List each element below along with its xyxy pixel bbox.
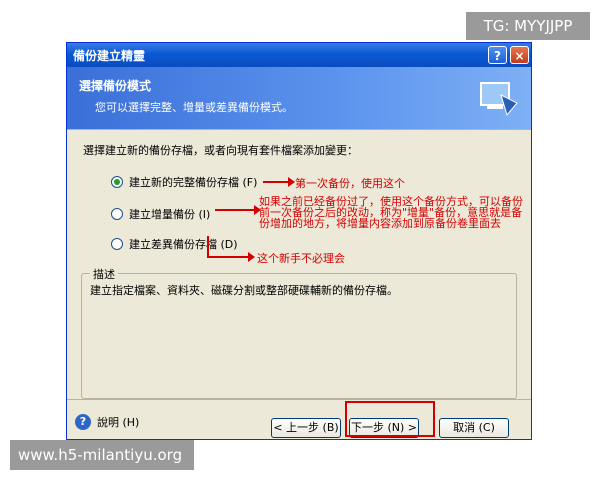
option-differential-backup[interactable]: 建立差異備份存檔 (D) [111,236,238,252]
cancel-button[interactable]: 取消 (C) [439,418,509,438]
window-title: 備份建立精靈 [73,49,146,63]
help-link[interactable]: ? 說明 (H) [75,414,139,430]
option-full-backup[interactable]: 建立新的完整備份存檔 (F) [111,174,257,190]
annotation-arrow-incremental [215,205,261,215]
annotation-differential: 这个新手不必理会 [257,252,345,265]
title-bar: 備份建立精靈 ? × [67,43,531,67]
titlebar-close-button[interactable]: × [510,46,529,64]
watermark-bottom: www.h5-milantiyu.org [10,440,194,470]
annotation-full: 第一次备份，使用这个 [295,177,405,190]
description-label: 描述 [90,266,118,282]
radio-incremental-backup[interactable] [111,208,123,220]
help-label: 說明 (H) [97,416,140,429]
backup-wizard-icon [480,82,518,117]
annotation-arrow-full [263,177,295,187]
description-group: 描述 建立指定檔案、資料夾、磁碟分割或整部硬碟輔新的備份存檔。 [81,266,517,399]
help-icon: ? [75,414,91,430]
option-differential-label: 建立差異備份存檔 (D) [129,238,238,251]
wizard-header: 選擇備份模式 您可以選擇完整、增量或差異備份模式。 [67,67,531,129]
watermark-top: TG: MYYJJPP [466,12,590,40]
titlebar-help-button[interactable]: ? [488,46,507,64]
header-subtitle: 您可以選擇完整、增量或差異備份模式。 [95,101,293,114]
mode-prompt: 選擇建立新的備份存檔，或者向現有套件檔案添加變更： [83,144,358,157]
backup-wizard-dialog: 備份建立精靈 ? × 選擇備份模式 您可以選擇完整、增量或差異備份模式。 選擇建… [66,42,532,440]
back-button[interactable]: < 上一步 (B) [271,418,341,438]
annotation-line-differential [207,236,209,258]
annotation-arrow-differential [207,252,255,262]
radio-differential-backup[interactable] [111,238,123,250]
header-title: 選擇備份模式 [79,79,152,93]
option-full-label: 建立新的完整備份存檔 (F) [129,176,258,189]
description-text: 建立指定檔案、資料夾、磁碟分割或整部硬碟輔新的備份存檔。 [90,284,398,297]
option-incremental-backup[interactable]: 建立增量備份 (I) [111,206,210,222]
wizard-footer: ? 說明 (H) < 上一步 (B) 下一步 (N) > 取消 (C) [67,399,531,440]
next-button-highlight-box [345,401,435,437]
annotation-incremental: 如果之前已经备份过了，使用这个备份方式，可以备份前一次备份之后的改动，称为"增量… [259,195,523,230]
option-incremental-label: 建立增量備份 (I) [129,208,211,221]
wizard-body: 選擇建立新的備份存檔，或者向現有套件檔案添加變更： 建立新的完整備份存檔 (F)… [67,129,531,400]
radio-full-backup[interactable] [111,176,123,188]
